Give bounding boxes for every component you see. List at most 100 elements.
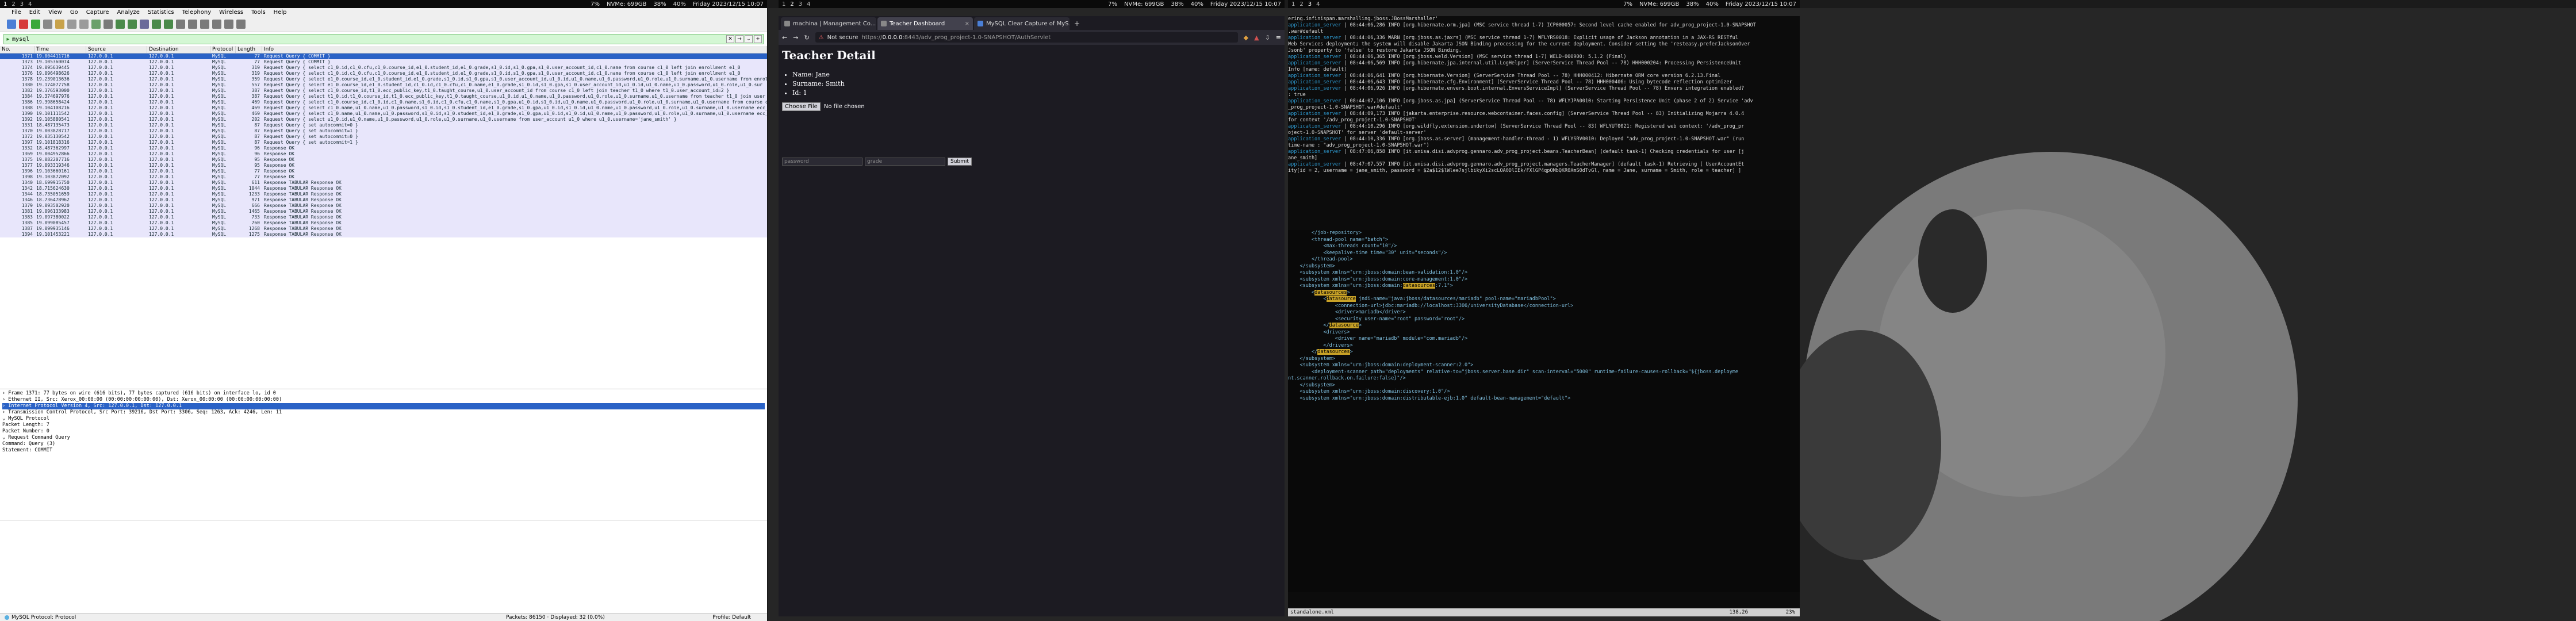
save-file-icon[interactable] [67, 19, 76, 29]
url-bar[interactable]: ⚠ Not secure https://0.0.0.0:8443/adv_pr… [815, 32, 1238, 43]
detail-tree-item[interactable]: Command: Query (3) [2, 441, 765, 447]
tab-mysql-capture[interactable]: MySQL Clear Capture of MyS...× [974, 17, 1070, 30]
packet-row[interactable]: 1388 19.104108216 127.0.0.1 127.0.0.1 MySQL 4… [0, 105, 767, 111]
packet-row[interactable]: 1397 19.101818316 127.0.0.1 127.0.0.1 MySQL 8… [0, 140, 767, 145]
go-first-icon[interactable] [152, 19, 161, 29]
column-length[interactable]: Length [236, 46, 262, 53]
workspace-switcher[interactable]: 1 2 3 4 [0, 1, 32, 7]
menu-tools[interactable]: Tools [251, 9, 266, 16]
profile-selector[interactable]: Profile: Default [712, 615, 751, 620]
packet-row[interactable]: 1379 19.093502920 127.0.0.1 127.0.0.1 MySQL 6… [0, 203, 767, 209]
menu-wireless[interactable]: Wireless [219, 9, 243, 16]
column-destination[interactable]: Destination [147, 46, 210, 53]
workspace-2[interactable]: 2 [790, 1, 793, 7]
workspace-4[interactable]: 4 [28, 1, 32, 7]
restart-capture-icon[interactable] [31, 19, 40, 29]
grade-input[interactable]: grade [865, 158, 945, 166]
packet-row[interactable]: 1373 19.105360074 127.0.0.1 127.0.0.1 MySQL 7… [0, 59, 767, 65]
packet-row[interactable]: 1387 19.099935146 127.0.0.1 127.0.0.1 MySQL 1… [0, 226, 767, 232]
packet-row[interactable]: 1332 18.487362997 127.0.0.1 127.0.0.1 MySQL 9… [0, 145, 767, 151]
workspace-switcher[interactable]: 1 2 3 4 [1288, 1, 1320, 7]
detail-tree-item[interactable]: ⌄ MySQL Protocol [2, 416, 765, 422]
lock-broken-icon[interactable]: ⚠ [819, 34, 824, 41]
colorize-icon[interactable] [188, 19, 197, 29]
capture-options-icon[interactable] [43, 19, 52, 29]
detail-tree-item[interactable]: › Transmission Control Protocol, Src Por… [2, 409, 765, 416]
password-input[interactable]: password [782, 158, 862, 166]
shield-icon[interactable]: ◆ [1244, 34, 1248, 41]
menu-telephony[interactable]: Telephony [182, 9, 212, 16]
menu-go[interactable]: Go [70, 9, 78, 16]
workspace-2[interactable]: 2 [1300, 1, 1303, 7]
open-file-icon[interactable] [55, 19, 64, 29]
go-back-icon[interactable] [116, 19, 125, 29]
tab-teacher-dashboard[interactable]: Teacher Dashboard × [877, 17, 973, 30]
menu-view[interactable]: View [48, 9, 62, 16]
detail-tree-item[interactable]: › Frame 1371: 77 bytes on wire (616 bits… [2, 390, 765, 397]
detail-tree-item[interactable]: › Ethernet II, Src: Xerox_00:00:00 (00:0… [2, 397, 765, 403]
packet-row[interactable]: 1376 19.096498626 127.0.0.1 127.0.0.1 MySQL 3… [0, 71, 767, 76]
packet-row[interactable]: 1398 19.103872092 127.0.0.1 127.0.0.1 MySQL 7… [0, 174, 767, 180]
packet-row[interactable]: 1369 19.004952866 127.0.0.1 127.0.0.1 MySQL 9… [0, 151, 767, 157]
workspace-4[interactable]: 4 [807, 1, 810, 7]
zoom-out-icon[interactable] [212, 19, 221, 29]
detail-tree-item[interactable]: › Internet Protocol Version 4, Src: 127.… [2, 403, 765, 409]
downloads-icon[interactable]: ⇩ [1265, 34, 1270, 41]
forward-icon[interactable]: → [793, 34, 798, 41]
packet-row[interactable]: 1381 19.096133983 127.0.0.1 127.0.0.1 MySQL 1… [0, 209, 767, 214]
zoom-in-icon[interactable] [200, 19, 209, 29]
workspace-1[interactable]: 1 [3, 1, 7, 7]
detail-tree-item[interactable]: Packet Number: 0 [2, 428, 765, 435]
workspace-3[interactable]: 3 [799, 1, 802, 7]
packet-row[interactable]: 1370 19.003828717 127.0.0.1 127.0.0.1 MySQL 8… [0, 128, 767, 134]
close-file-icon[interactable] [79, 19, 89, 29]
tab-machina[interactable]: machina | Management Co...× [781, 17, 876, 30]
packet-row[interactable]: 1340 18.699915750 127.0.0.1 127.0.0.1 MySQL 6… [0, 180, 767, 186]
expert-info-icon[interactable] [5, 615, 9, 620]
packet-row[interactable]: 1380 19.174077758 127.0.0.1 127.0.0.1 MySQL 5… [0, 82, 767, 88]
workspace-1[interactable]: 1 [1291, 1, 1295, 7]
packet-row[interactable]: 1374 19.095639445 127.0.0.1 127.0.0.1 MySQL 3… [0, 65, 767, 71]
menu-help[interactable]: Help [274, 9, 287, 16]
packet-row[interactable]: 1372 19.035130542 127.0.0.1 127.0.0.1 MySQL 8… [0, 134, 767, 140]
packet-row[interactable]: 1342 18.715624630 127.0.0.1 127.0.0.1 MySQL 1… [0, 186, 767, 191]
packet-row[interactable]: 1394 19.101453221 127.0.0.1 127.0.0.1 MySQL 1… [0, 232, 767, 237]
packet-row[interactable]: 1331 18.487135473 127.0.0.1 127.0.0.1 MySQL 8… [0, 122, 767, 128]
close-icon[interactable]: × [965, 21, 969, 27]
menu-file[interactable]: File [12, 9, 21, 16]
packet-row[interactable]: 1377 19.093319346 127.0.0.1 127.0.0.1 MySQL 9… [0, 163, 767, 168]
column-info[interactable]: Info [262, 46, 767, 53]
workspace-3[interactable]: 3 [20, 1, 24, 7]
workspace-switcher[interactable]: 1 2 3 4 [779, 1, 811, 7]
detail-tree-item[interactable]: ⌄ Request Command Query [2, 435, 765, 441]
menu-edit[interactable]: Edit [29, 9, 40, 16]
extension-icon[interactable]: ▲ [1254, 34, 1259, 41]
menu-statistics[interactable]: Statistics [148, 9, 174, 16]
packet-row[interactable]: 1383 19.097380022 127.0.0.1 127.0.0.1 MySQL 7… [0, 214, 767, 220]
stop-capture-icon[interactable] [19, 19, 28, 29]
detail-tree-item[interactable]: Packet Length: 7 [2, 422, 765, 428]
add-filter-icon[interactable]: + [754, 35, 762, 43]
bookmark-icon[interactable]: ▸ [4, 36, 12, 43]
packet-row[interactable]: 1386 19.398658424 127.0.0.1 127.0.0.1 MySQL 4… [0, 99, 767, 105]
find-packet-icon[interactable] [103, 19, 113, 29]
new-tab-icon[interactable]: + [1071, 17, 1083, 30]
packet-row[interactable]: 1396 19.103660161 127.0.0.1 127.0.0.1 MySQL 7… [0, 168, 767, 174]
packet-row[interactable]: 1392 19.105880541 127.0.0.1 127.0.0.1 MySQL 2… [0, 117, 767, 122]
xml-editor[interactable]: </job-repository> <thread-pool name="bat… [1288, 230, 1800, 592]
detail-tree-item[interactable]: Statement: COMMIT [2, 447, 765, 454]
go-to-packet-icon[interactable] [140, 19, 149, 29]
go-forward-icon[interactable] [128, 19, 137, 29]
column-no[interactable]: No. [0, 46, 34, 53]
apply-filter-icon[interactable]: → [735, 35, 743, 43]
column-protocol[interactable]: Protocol [210, 46, 236, 53]
packet-row[interactable]: 1378 19.239013636 127.0.0.1 127.0.0.1 MySQL 3… [0, 76, 767, 82]
go-last-icon[interactable] [164, 19, 173, 29]
submit-button[interactable]: Submit [948, 158, 972, 166]
packet-row[interactable]: 1346 18.736478962 127.0.0.1 127.0.0.1 MySQL 9… [0, 197, 767, 203]
clear-filter-icon[interactable]: ✕ [726, 35, 734, 43]
workspace-4[interactable]: 4 [1316, 1, 1320, 7]
reload-icon[interactable] [91, 19, 101, 29]
menu-analyze[interactable]: Analyze [117, 9, 139, 16]
packet-row[interactable]: 1382 19.376593000 127.0.0.1 127.0.0.1 MySQL 3… [0, 88, 767, 94]
